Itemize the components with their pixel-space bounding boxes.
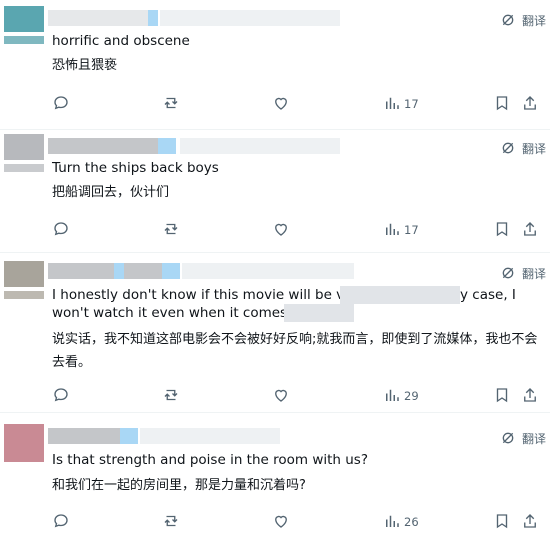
post-translation: 和我们在一起的房间里，那是力量和沉着吗? (52, 478, 306, 493)
handle-blurred (114, 263, 124, 279)
meta-blurred (182, 263, 354, 279)
translate-off-icon[interactable] (500, 430, 516, 446)
action-bar: 17 (0, 220, 550, 242)
views-count: 17 (404, 223, 419, 237)
avatar[interactable] (4, 424, 44, 462)
username-blurred[interactable] (48, 428, 120, 444)
post-translation: 把船调回去，伙计们 (52, 185, 170, 200)
username-blurred[interactable] (48, 138, 158, 154)
username-blurred[interactable] (48, 10, 148, 26)
handle-blurred (120, 428, 138, 444)
avatar[interactable] (4, 261, 44, 299)
name-blurred-2 (124, 263, 162, 279)
like-icon[interactable] (272, 220, 290, 238)
translate-button[interactable]: 翻译 (522, 430, 546, 447)
bookmark-icon[interactable] (493, 220, 511, 238)
post-translation: 说实话，我不知道这部电影会不会被好好反响;就我而言，即使到了流媒体，我也不会去看… (52, 332, 538, 370)
translate-button[interactable]: 翻译 (522, 140, 546, 157)
badge-blurred (162, 263, 180, 279)
repost-icon[interactable] (162, 512, 180, 530)
translate-off-icon[interactable] (500, 12, 516, 28)
post-text-line1: I honestly don't know if this movie will… (52, 287, 367, 303)
post-1[interactable]: 翻译 horrific and obscene 恐怖且猥亵 17 (0, 0, 550, 130)
views-icon[interactable] (383, 220, 401, 238)
post-text-line2: won't watch it even when it comes to (52, 305, 305, 321)
handle-blurred (148, 10, 158, 26)
translate-off-icon[interactable] (500, 265, 516, 281)
views-icon[interactable] (383, 94, 401, 112)
username-blurred[interactable] (48, 263, 114, 279)
post-3[interactable]: 翻译 I honestly don't know if this movie w… (0, 253, 550, 413)
reply-icon[interactable] (52, 220, 70, 238)
meta-blurred (180, 138, 340, 154)
post-4[interactable]: 翻译 Is that strength and poise in the roo… (0, 413, 550, 532)
redacted-text (340, 286, 460, 304)
avatar[interactable] (4, 134, 44, 172)
meta-blurred (160, 10, 340, 26)
views-icon[interactable] (383, 512, 401, 530)
bookmark-icon[interactable] (493, 386, 511, 404)
post-text: Turn the ships back boys (52, 160, 219, 176)
post-2[interactable]: 翻译 Turn the ships back boys 把船调回去，伙计们 17 (0, 130, 550, 253)
avatar[interactable] (4, 6, 44, 44)
share-icon[interactable] (521, 94, 539, 112)
reply-icon[interactable] (52, 512, 70, 530)
translate-off-icon[interactable] (500, 140, 516, 156)
share-icon[interactable] (521, 386, 539, 404)
post-text: horrific and obscene (52, 33, 190, 49)
translate-button[interactable]: 翻译 (522, 12, 546, 29)
reply-icon[interactable] (52, 386, 70, 404)
translate-button[interactable]: 翻译 (522, 265, 546, 282)
like-icon[interactable] (272, 386, 290, 404)
views-icon[interactable] (383, 386, 401, 404)
redacted-text (284, 304, 354, 322)
views-count: 26 (404, 515, 419, 529)
action-bar: 17 (0, 94, 550, 116)
reply-icon[interactable] (52, 94, 70, 112)
bookmark-icon[interactable] (493, 512, 511, 530)
like-icon[interactable] (272, 94, 290, 112)
repost-icon[interactable] (162, 386, 180, 404)
post-translation: 恐怖且猥亵 (52, 58, 118, 73)
repost-icon[interactable] (162, 220, 180, 238)
like-icon[interactable] (272, 512, 290, 530)
post-text-line1-tail: y case, I (460, 287, 516, 303)
share-icon[interactable] (521, 512, 539, 530)
action-bar: 29 (0, 386, 550, 408)
action-bar: 26 (0, 512, 550, 534)
views-count: 17 (404, 97, 419, 111)
meta-blurred (140, 428, 280, 444)
views-count: 29 (404, 389, 419, 403)
bookmark-icon[interactable] (493, 94, 511, 112)
post-text: Is that strength and poise in the room w… (52, 452, 369, 468)
share-icon[interactable] (521, 220, 539, 238)
handle-blurred (158, 138, 176, 154)
repost-icon[interactable] (162, 94, 180, 112)
